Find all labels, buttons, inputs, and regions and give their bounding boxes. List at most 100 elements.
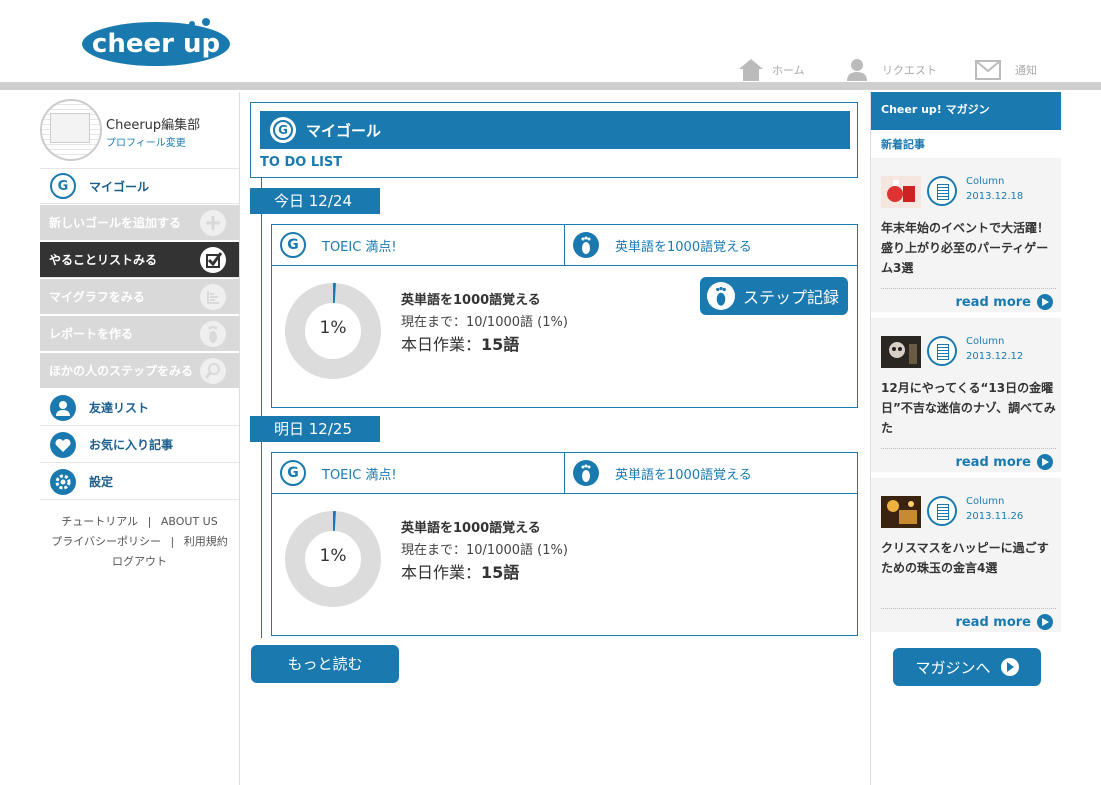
footprint-icon [573,232,599,258]
sidebar-item-label: 新しいゴールを追加する [49,216,182,230]
goal-name: 英単語を1000語覚える [401,521,541,536]
sidebar-item-my-goal[interactable]: G マイゴール [40,168,239,204]
read-more-button[interactable]: もっと読む [251,645,399,683]
read-more-link[interactable]: read more [955,454,1053,470]
goal-panel: G マイゴール TO DO LIST [250,102,858,178]
article-date: 2013.12.12 [966,351,1024,362]
article-date: 2013.12.18 [966,191,1024,202]
footer-links: チュートリアル | ABOUT US プライバシーポリシー | 利用規約 ログア… [40,512,239,572]
sidebar-item-label: やることリストみる [49,253,158,267]
tab-toeic[interactable]: G TOEIC 満点! [272,453,565,493]
tab-vocab[interactable]: 英単語を1000語覚える [565,225,857,265]
arrow-right-icon [1037,614,1053,630]
magazine-sidebar: Cheer up! マガジン 新着記事 Column 2013.12.18 年末… [870,92,1061,785]
header-divider [0,82,1101,90]
today-task-value: 15語 [481,563,520,582]
read-more-label: read more [955,294,1031,310]
terms-link[interactable]: 利用規約 [184,535,228,548]
checkbox-icon [200,247,226,273]
magazine-button[interactable]: マガジンへ [893,648,1041,686]
nav-home-label: ホーム [772,64,805,77]
article-divider [881,448,1056,449]
article-divider [881,288,1056,289]
arrow-right-icon [1037,294,1053,310]
read-more-label: read more [955,614,1031,630]
goal-title-bar: G マイゴール [260,111,850,149]
article-item[interactable]: Column 2013.11.26 クリスマスをハッピーに過ごすための珠玉の金言… [871,478,1061,635]
goal-icon: G [280,232,306,258]
heart-icon [50,431,76,458]
new-articles-label: 新着記事 [881,138,925,151]
tab-label: 英単語を1000語覚える [615,239,752,255]
privacy-link[interactable]: プライバシーポリシー [51,535,161,548]
article-icon [927,496,957,526]
tutorial-link[interactable]: チュートリアル [61,515,138,528]
read-more-label: read more [955,454,1031,470]
footprint-icon [200,321,226,347]
read-more-link[interactable]: read more [955,614,1053,630]
goal-icon: G [270,117,296,143]
goal-name: 英単語を1000語覚える [401,293,541,308]
footer-separator: | [147,515,152,528]
article-divider [881,608,1056,609]
sidebar-item-add-goal[interactable]: 新しいゴールを追加する [40,205,239,241]
profile-name: Cheerup編集部 [106,118,201,133]
tab-label: TOEIC 満点! [322,467,397,483]
footprint-icon [573,460,599,486]
friend-icon [50,394,76,421]
magazine-button-label: マガジンへ [915,658,991,677]
arrow-right-icon [1037,454,1053,470]
goal-tabs: G TOEIC 満点! 英単語を1000語覚える [272,225,857,266]
profile-edit-link[interactable]: プロフィール変更 [106,134,186,149]
today-task-label: 本日作業： [401,335,482,354]
progress-percent-label: 1% [319,318,347,338]
sidebar-item-label: 友達リスト [89,401,150,415]
sidebar-item-friends[interactable]: 友達リスト [40,390,239,426]
tab-label: 英単語を1000語覚える [615,467,752,483]
gear-icon [50,468,76,495]
nav-request-label: リクエスト [882,64,937,77]
goal-icon: G [280,460,306,486]
article-title[interactable]: 年末年始のイベントで大活躍！盛り上がり必至のパーティゲーム3選 [881,218,1056,278]
tab-toeic[interactable]: G TOEIC 満点! [272,225,565,265]
article-title[interactable]: クリスマスをハッピーに過ごすための珠玉の金言4選 [881,538,1056,578]
date-tag-today: 今日 12/24 [250,188,380,214]
article-item[interactable]: Column 2013.12.18 年末年始のイベントで大活躍！盛り上がり必至の… [871,158,1061,315]
day-card-today: G TOEIC 満点! 英単語を1000語覚える 1% 英単語を1000語覚える… [271,224,858,408]
sidebar-item-label: マイグラフをみる [49,290,145,304]
goal-progress-text: 現在まで：10/1000語 (1%) [401,543,568,558]
sidebar-item-report[interactable]: レポートを作る [40,316,239,352]
goal-icon-letter: G [273,120,293,140]
step-record-button[interactable]: ステップ記録 [700,277,848,315]
sidebar-item-favorites[interactable]: お気に入り記事 [40,427,239,463]
day-card-tomorrow: G TOEIC 満点! 英単語を1000語覚える 1% 英単語を1000語覚える… [271,452,858,636]
sidebar-item-settings[interactable]: 設定 [40,464,239,500]
sidebar-item-my-graph[interactable]: マイグラフをみる [40,279,239,315]
article-item[interactable]: Column 2013.12.12 12月にやってくる“13日の金曜日”不吉な迷… [871,318,1061,475]
arrow-right-icon [1000,658,1019,676]
graph-icon [200,284,226,310]
search-icon [200,358,226,384]
article-title[interactable]: 12月にやってくる“13日の金曜日”不吉な迷信のナゾ、調べてみた [881,378,1056,438]
goal-tabs: G TOEIC 満点! 英単語を1000語覚える [272,453,857,494]
sidebar-item-label: マイゴール [89,179,150,194]
timeline-line [261,178,262,638]
sidebar-item-label: レポートを作る [49,327,134,341]
sidebar-item-label: ほかの人のステップをみる [49,364,194,378]
nav-request[interactable]: リクエスト [846,55,937,85]
progress-percent-label: 1% [319,546,347,566]
cheerup-logo[interactable]: cheer up [80,14,232,74]
tab-vocab[interactable]: 英単語を1000語覚える [565,453,857,493]
footer-separator: | [170,535,175,548]
about-link[interactable]: ABOUT US [161,515,218,528]
logout-link[interactable]: ログアウト [112,555,167,568]
sidebar-item-todo-list[interactable]: やることリストみる [40,242,239,278]
nav-home[interactable]: ホーム [738,55,805,85]
read-more-link[interactable]: read more [955,294,1053,310]
nav-notify[interactable]: 通知 [975,55,1037,85]
avatar[interactable] [40,99,102,161]
sidebar-item-others-steps[interactable]: ほかの人のステップをみる [40,353,239,389]
article-thumbnail [881,336,921,368]
goal-progress-text: 現在まで：10/1000語 (1%) [401,315,568,330]
article-thumbnail [881,176,921,208]
